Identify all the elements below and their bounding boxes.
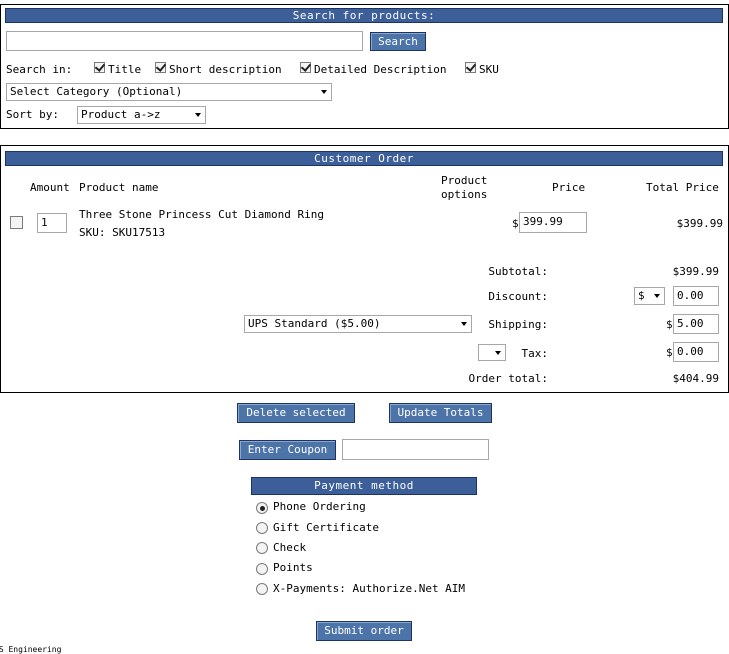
order-panel: Customer Order Amount Product name Produ… bbox=[0, 145, 729, 393]
update-totals-button[interactable]: Update Totals bbox=[389, 403, 492, 423]
sku-option-label: SKU bbox=[479, 63, 499, 76]
column-product-options-line1: Product bbox=[441, 174, 488, 187]
order-total-value: $404.99 bbox=[672, 372, 719, 385]
gift-certificate-radio[interactable] bbox=[256, 522, 268, 534]
quantity-input[interactable]: 1 bbox=[37, 213, 67, 233]
chevron-down-icon bbox=[461, 322, 467, 326]
short-description-option-label: Short description bbox=[169, 63, 282, 76]
column-price: Price bbox=[552, 181, 586, 194]
title-option-label: Title bbox=[108, 63, 142, 76]
submit-order-button[interactable]: Submit order bbox=[316, 621, 412, 641]
chevron-down-icon bbox=[321, 90, 327, 94]
order-total-label: Order total: bbox=[468, 372, 548, 385]
payment-method-header: Payment method bbox=[251, 477, 477, 495]
check-label: Check bbox=[273, 541, 307, 554]
tax-currency: $ bbox=[666, 346, 673, 359]
title-checkbox[interactable] bbox=[94, 62, 105, 73]
sku-checkbox[interactable] bbox=[465, 62, 476, 73]
column-product-name: Product name bbox=[79, 181, 159, 194]
check-radio[interactable] bbox=[256, 542, 268, 554]
tax-label: Tax: bbox=[521, 347, 549, 360]
enter-coupon-button[interactable]: Enter Coupon bbox=[239, 440, 336, 460]
column-total-price: Total Price bbox=[646, 181, 719, 194]
coupon-input[interactable] bbox=[342, 439, 489, 460]
search-header: Search for products: bbox=[5, 8, 723, 23]
product-name: Three Stone Princess Cut Diamond Ring bbox=[79, 208, 325, 221]
chevron-down-icon bbox=[195, 113, 201, 117]
category-select-value: Select Category (Optional) bbox=[10, 85, 183, 98]
short-description-checkbox[interactable] bbox=[155, 62, 166, 73]
delete-selected-button[interactable]: Delete selected bbox=[237, 403, 355, 423]
search-panel: Search for products: Search Search in: T… bbox=[0, 4, 729, 129]
chevron-down-icon bbox=[654, 294, 660, 298]
price-currency: $ bbox=[512, 217, 519, 230]
column-amount: Amount bbox=[30, 181, 70, 194]
order-header: Customer Order bbox=[5, 151, 723, 166]
gift-certificate-label: Gift Certificate bbox=[273, 521, 379, 534]
sort-select[interactable]: Product a->z bbox=[77, 106, 206, 124]
search-input[interactable] bbox=[6, 31, 363, 51]
chevron-down-icon bbox=[495, 351, 501, 355]
shipping-input[interactable]: 5.00 bbox=[673, 314, 719, 334]
footer-text: CS Engineering bbox=[0, 645, 62, 654]
shipping-label: Shipping: bbox=[488, 318, 548, 331]
column-product-options-line2: options bbox=[441, 188, 488, 201]
phone-ordering-radio[interactable] bbox=[256, 502, 268, 514]
discount-type-value: $ bbox=[638, 289, 645, 302]
subtotal-label: Subtotal: bbox=[488, 265, 548, 278]
discount-type-select[interactable]: $ bbox=[634, 287, 665, 305]
sort-label: Sort by: bbox=[6, 108, 59, 121]
item-total-price: $399.99 bbox=[676, 217, 723, 230]
search-in-label: Search in: bbox=[6, 63, 73, 76]
detailed-description-option-label: Detailed Description bbox=[314, 63, 447, 76]
authorize-net-radio[interactable] bbox=[256, 583, 268, 595]
phone-ordering-label: Phone Ordering bbox=[273, 500, 366, 513]
category-select[interactable]: Select Category (Optional) bbox=[6, 83, 332, 101]
points-label: Points bbox=[273, 561, 313, 574]
shipping-method-value: UPS Standard ($5.00) bbox=[248, 317, 381, 330]
authorize-net-label: X-Payments: Authorize.Net AIM bbox=[273, 582, 466, 595]
select-item-checkbox[interactable] bbox=[10, 216, 23, 229]
search-button[interactable]: Search bbox=[370, 32, 426, 51]
shipping-currency: $ bbox=[666, 318, 673, 331]
tax-input[interactable]: 0.00 bbox=[673, 342, 719, 362]
tax-select[interactable] bbox=[478, 344, 506, 361]
price-input[interactable]: 399.99 bbox=[519, 212, 587, 233]
points-radio[interactable] bbox=[256, 563, 268, 575]
subtotal-value: $399.99 bbox=[672, 265, 719, 278]
discount-input[interactable]: 0.00 bbox=[673, 286, 719, 306]
detailed-description-checkbox[interactable] bbox=[300, 62, 311, 73]
sort-select-value: Product a->z bbox=[81, 108, 161, 121]
product-sku: SKU: SKU17513 bbox=[79, 226, 166, 239]
discount-label: Discount: bbox=[488, 290, 548, 303]
shipping-method-select[interactable]: UPS Standard ($5.00) bbox=[244, 315, 472, 333]
